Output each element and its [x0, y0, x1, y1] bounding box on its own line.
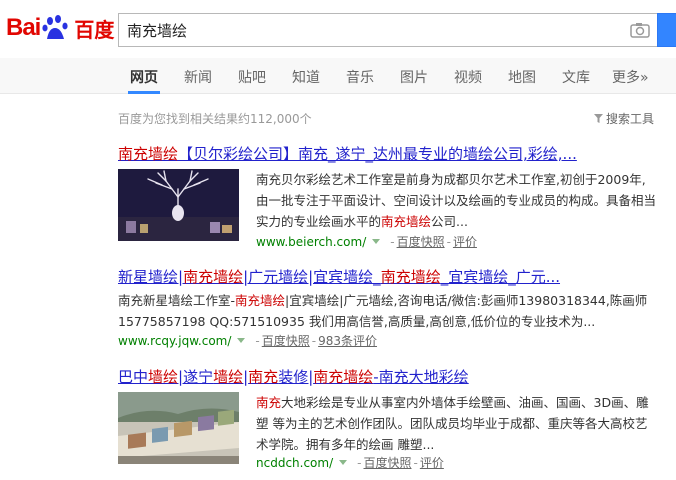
rating-link-3[interactable]: 评价 [420, 454, 444, 471]
result-url-line-2: www.rcqy.jqw.com/ - 百度快照 - 983条评价 [118, 332, 378, 349]
baidu-logo[interactable]: Bai du 百度 [6, 13, 114, 43]
tab-images[interactable]: 图片 [400, 67, 428, 87]
text-segment: 【贝尔彩绘公司】南充_遂宁_达州最专业的墙绘公司,彩绘,... [178, 145, 577, 163]
highlight-keyword: 南充墙绘 [313, 368, 374, 386]
search-button[interactable] [657, 13, 676, 47]
text-segment: |遂宁 [178, 368, 214, 386]
text-segment: 公司... [431, 214, 468, 229]
highlight-keyword: 南充墙绘 [183, 268, 244, 286]
tab-video[interactable]: 视频 [454, 67, 482, 87]
tab-web[interactable]: 网页 [130, 67, 158, 87]
snapshot-link-1[interactable]: 百度快照 [397, 233, 445, 250]
tab-zhidao[interactable]: 知道 [292, 67, 320, 87]
highlight-keyword: 南充墙绘 [381, 214, 432, 229]
dropdown-arrow-icon[interactable] [339, 460, 348, 465]
result-thumbnail-1[interactable] [118, 169, 239, 241]
text-segment: 装修| [278, 368, 314, 386]
text-segment: |广元墙绘|宜宾墙绘_ [243, 268, 381, 286]
rating-link-2[interactable]: 983条评价 [318, 332, 377, 349]
text-segment: -南充大地彩绘 [373, 368, 469, 386]
result-desc-2: 南充新星墙绘工作室-南充墙绘|宜宾墙绘|广元墙绘,咨询电话/微信:彭画师1398… [118, 290, 658, 332]
result-count: 百度为您找到相关结果约112,000个 [118, 112, 312, 126]
dropdown-arrow-icon[interactable] [372, 239, 381, 244]
result-desc-1: 南充贝尔彩绘艺术工作室是前身为成都贝尔艺术工作室,初创于2009年,由一批专注于… [256, 169, 656, 232]
header: Bai du 百度 [0, 0, 676, 58]
result-thumbnail-3[interactable] [118, 392, 239, 464]
highlight-keyword: 南充墙绘 [118, 145, 179, 163]
result-title-3[interactable]: 巴中墙绘|遂宁墙绘|南充装修|南充墙绘-南充大地彩绘 [118, 366, 469, 387]
snapshot-link-3[interactable]: 百度快照 [363, 454, 411, 471]
search-box [118, 13, 658, 47]
logo-text-bai: Bai [6, 14, 41, 41]
result-url-line-1: www.beierch.com/ - 百度快照 - 评价 [256, 233, 477, 250]
active-tab-indicator [128, 91, 160, 94]
result-url-3[interactable]: ncddch.com/ [256, 456, 333, 470]
result-desc-3: 南充大地彩绘是专业从事室内外墙体手绘壁画、油画、国画、3D画、雕塑 等为主的艺术… [256, 392, 656, 455]
tab-tieba[interactable]: 贴吧 [238, 67, 266, 87]
highlight-keyword: 南充墙绘 [235, 293, 286, 308]
search-tools-label: 搜索工具 [606, 112, 655, 126]
rating-link-1[interactable]: 评价 [453, 233, 477, 250]
search-input[interactable] [119, 14, 599, 46]
highlight-keyword: 南充墙绘 [380, 268, 441, 286]
highlight-keyword: 南充 [248, 368, 279, 386]
tab-more[interactable]: 更多» [612, 67, 649, 87]
search-tools-button[interactable]: 搜索工具 [594, 110, 654, 127]
tab-wenku[interactable]: 文库 [562, 67, 590, 87]
snapshot-link-2[interactable]: 百度快照 [262, 332, 310, 349]
text-segment: 巴中 [118, 368, 149, 386]
tab-map[interactable]: 地图 [508, 67, 536, 87]
filter-icon [594, 114, 603, 123]
logo-text-cn: 百度 [74, 17, 115, 42]
search-nav: 网页 新闻 贴吧 知道 音乐 图片 视频 地图 文库 更多» [0, 58, 676, 94]
camera-icon[interactable] [630, 22, 650, 38]
dropdown-arrow-icon[interactable] [237, 338, 246, 343]
highlight-keyword: 墙绘 [148, 368, 179, 386]
highlight-keyword: 墙绘 [213, 368, 244, 386]
text-segment: _宜宾墙绘_广元... [440, 268, 561, 286]
text-segment: 新星墙绘| [118, 268, 184, 286]
result-url-2[interactable]: www.rcqy.jqw.com/ [118, 334, 231, 348]
paw-icon [41, 13, 71, 43]
highlight-keyword: 南充 [256, 395, 282, 410]
tab-news[interactable]: 新闻 [184, 67, 212, 87]
result-title-2[interactable]: 新星墙绘|南充墙绘|广元墙绘|宜宾墙绘_南充墙绘_宜宾墙绘_广元... [118, 266, 560, 287]
result-title-1[interactable]: 南充墙绘【贝尔彩绘公司】南充_遂宁_达州最专业的墙绘公司,彩绘,... [118, 143, 577, 164]
text-segment: 大地彩绘是专业从事室内外墙体手绘壁画、油画、国画、3D画、雕塑 等为主的艺术创作… [256, 395, 649, 452]
text-segment: 南充新星墙绘工作室- [118, 293, 236, 308]
tab-music[interactable]: 音乐 [346, 67, 374, 87]
result-url-1[interactable]: www.beierch.com/ [256, 235, 366, 249]
result-url-line-3: ncddch.com/ - 百度快照 - 评价 [256, 454, 444, 471]
